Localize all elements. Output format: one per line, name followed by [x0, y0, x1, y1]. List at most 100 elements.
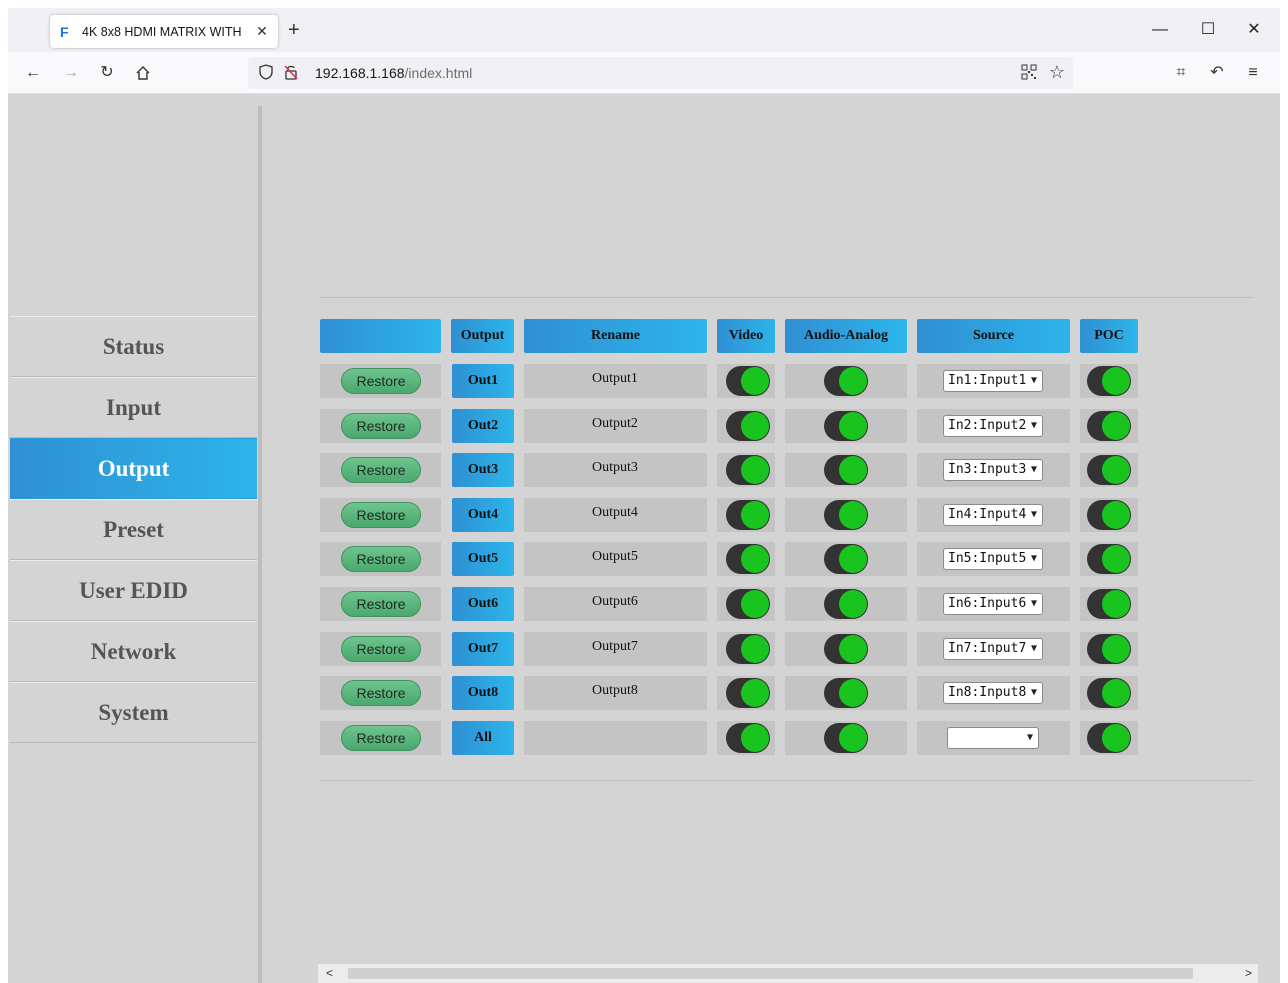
toggle-knob: [839, 590, 867, 618]
source-select-value: In8:Input8: [948, 685, 1027, 700]
new-tab-icon[interactable]: +: [288, 20, 300, 40]
source-select[interactable]: In8:Input8 ▼: [943, 682, 1043, 704]
back-icon[interactable]: ←: [22, 62, 44, 84]
reload-icon[interactable]: ↻: [96, 62, 118, 84]
toggle-knob: [741, 412, 769, 440]
poc-toggle[interactable]: [1087, 411, 1131, 441]
video-toggle[interactable]: [726, 634, 770, 664]
output-select-button[interactable]: Out4: [452, 498, 514, 532]
insecure-lock-icon[interactable]: [284, 64, 298, 80]
video-toggle[interactable]: [726, 723, 770, 753]
source-select[interactable]: In1:Input1 ▼: [943, 370, 1043, 392]
close-window-icon[interactable]: ✕: [1244, 20, 1264, 40]
share-icon[interactable]: ↶: [1206, 62, 1228, 84]
maximize-icon[interactable]: ☐: [1198, 20, 1218, 40]
screenshot-icon[interactable]: ⌗: [1170, 62, 1192, 84]
output-select-button[interactable]: Out1: [452, 364, 514, 398]
rename-field[interactable]: Output7: [524, 632, 706, 666]
output-select-button[interactable]: Out5: [452, 542, 514, 576]
forward-icon[interactable]: →: [60, 62, 82, 84]
poc-toggle[interactable]: [1087, 455, 1131, 485]
output-select-button[interactable]: Out6: [452, 587, 514, 621]
audio-analog-toggle[interactable]: [824, 589, 868, 619]
home-icon[interactable]: [132, 62, 154, 84]
menu-icon[interactable]: ≡: [1242, 62, 1264, 84]
restore-button[interactable]: Restore: [341, 680, 421, 706]
chevron-down-icon: ▼: [1030, 643, 1037, 654]
header-poc: POC: [1080, 319, 1138, 353]
audio-analog-toggle[interactable]: [824, 634, 868, 664]
toggle-knob: [1102, 501, 1130, 529]
video-toggle[interactable]: [726, 589, 770, 619]
video-toggle[interactable]: [726, 678, 770, 708]
source-select[interactable]: In4:Input4 ▼: [943, 504, 1043, 526]
source-select[interactable]: In2:Input2 ▼: [943, 415, 1043, 437]
qr-code-icon[interactable]: [1021, 64, 1037, 80]
sidebar-item-status[interactable]: Status: [10, 316, 257, 377]
rename-field[interactable]: Output6: [524, 587, 706, 621]
restore-button[interactable]: Restore: [341, 546, 421, 572]
url-text[interactable]: 192.168.1.168/index.html: [315, 65, 472, 81]
sidebar-item-input[interactable]: Input: [10, 377, 257, 438]
audio-analog-toggle[interactable]: [824, 500, 868, 530]
restore-button[interactable]: Restore: [341, 636, 421, 662]
restore-button[interactable]: Restore: [341, 502, 421, 528]
rename-field[interactable]: Output4: [524, 498, 706, 532]
toggle-knob: [741, 679, 769, 707]
sidebar-item-system[interactable]: System: [10, 682, 257, 743]
sidebar-item-network[interactable]: Network: [10, 621, 257, 682]
restore-button[interactable]: Restore: [341, 413, 421, 439]
sidebar-item-output[interactable]: Output: [10, 438, 257, 499]
audio-analog-toggle[interactable]: [824, 678, 868, 708]
source-select[interactable]: In3:Input3 ▼: [943, 459, 1043, 481]
output-select-button[interactable]: All: [452, 721, 514, 755]
poc-toggle[interactable]: [1087, 544, 1131, 574]
rename-field[interactable]: Output5: [524, 542, 706, 576]
poc-toggle[interactable]: [1087, 678, 1131, 708]
video-toggle[interactable]: [726, 544, 770, 574]
browser-tab[interactable]: F 4K 8x8 HDMI MATRIX WITH ✕: [50, 15, 278, 48]
shield-icon[interactable]: [259, 64, 273, 80]
close-tab-icon[interactable]: ✕: [254, 23, 270, 39]
poc-toggle[interactable]: [1087, 366, 1131, 396]
audio-analog-toggle[interactable]: [824, 544, 868, 574]
source-select[interactable]: In6:Input6 ▼: [943, 593, 1043, 615]
restore-button[interactable]: Restore: [341, 591, 421, 617]
poc-toggle[interactable]: [1087, 723, 1131, 753]
audio-analog-toggle[interactable]: [824, 411, 868, 441]
minimize-icon[interactable]: —: [1150, 20, 1170, 40]
bookmark-star-icon[interactable]: ☆: [1049, 61, 1065, 83]
source-select[interactable]: In7:Input7 ▼: [943, 638, 1043, 660]
video-toggle[interactable]: [726, 455, 770, 485]
restore-button[interactable]: Restore: [341, 725, 421, 751]
scroll-thumb[interactable]: [348, 968, 1193, 979]
source-select[interactable]: ▼: [947, 727, 1039, 749]
restore-button[interactable]: Restore: [341, 368, 421, 394]
video-toggle[interactable]: [726, 411, 770, 441]
output-select-button[interactable]: Out3: [452, 453, 514, 487]
video-toggle[interactable]: [726, 366, 770, 396]
audio-analog-toggle[interactable]: [824, 366, 868, 396]
horizontal-scrollbar[interactable]: < >: [318, 964, 1258, 983]
output-select-button[interactable]: Out7: [452, 632, 514, 666]
scroll-right-icon[interactable]: >: [1245, 966, 1252, 980]
video-toggle[interactable]: [726, 500, 770, 530]
rename-field[interactable]: Output2: [524, 409, 706, 443]
rename-field[interactable]: Output8: [524, 676, 706, 710]
source-select[interactable]: In5:Input5 ▼: [943, 548, 1043, 570]
url-bar[interactable]: 192.168.1.168/index.html ☆: [248, 57, 1073, 89]
poc-toggle[interactable]: [1087, 500, 1131, 530]
rename-field[interactable]: Output3: [524, 453, 706, 487]
output-select-button[interactable]: Out8: [452, 676, 514, 710]
audio-analog-toggle[interactable]: [824, 455, 868, 485]
scroll-left-icon[interactable]: <: [326, 966, 333, 980]
sidebar-item-preset[interactable]: Preset: [10, 499, 257, 560]
poc-toggle[interactable]: [1087, 589, 1131, 619]
output-select-button[interactable]: Out2: [452, 409, 514, 443]
audio-analog-toggle[interactable]: [824, 723, 868, 753]
restore-button[interactable]: Restore: [341, 457, 421, 483]
rename-field[interactable]: Output1: [524, 364, 706, 398]
rename-field[interactable]: [524, 721, 706, 755]
sidebar-item-user-edid[interactable]: User EDID: [10, 560, 257, 621]
poc-toggle[interactable]: [1087, 634, 1131, 664]
